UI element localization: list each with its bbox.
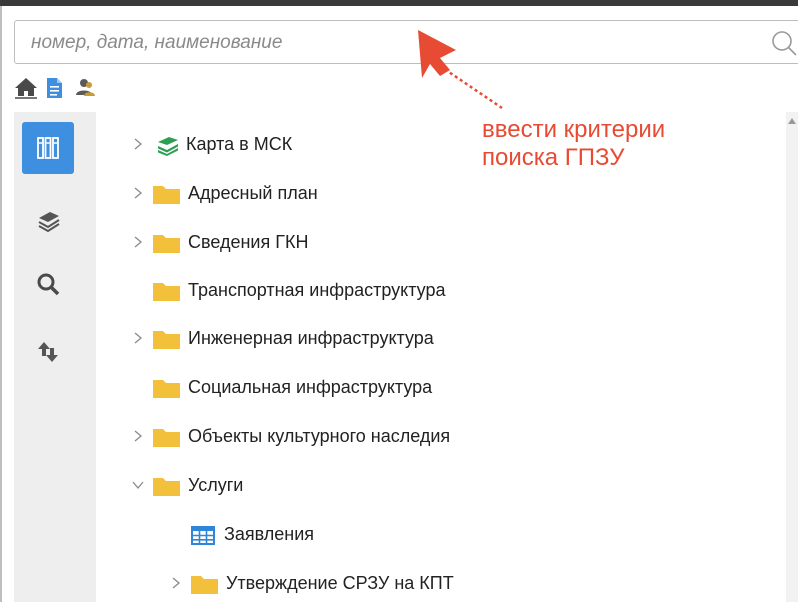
chevron-right-icon[interactable] xyxy=(130,330,146,346)
tree-item-label: Карта в МСК xyxy=(186,134,293,154)
tree-item-label: Утверждение СРЗУ на КПТ xyxy=(226,573,454,593)
chevron-right-icon[interactable] xyxy=(130,136,146,152)
document-icon[interactable] xyxy=(42,77,66,99)
search-input[interactable] xyxy=(29,29,733,57)
tree-item-label: Сведения ГКН xyxy=(188,232,309,252)
app-window: Карта в МСК Адресный план Сведения ГКН Т… xyxy=(0,0,798,602)
tree-item-label: Услуги xyxy=(188,475,244,495)
annotation-arrow xyxy=(418,30,503,110)
table-icon xyxy=(191,526,215,545)
layers-icon xyxy=(38,212,60,232)
search-icon[interactable] xyxy=(769,29,798,59)
chevron-right-icon[interactable] xyxy=(168,575,184,591)
folder-icon xyxy=(153,283,180,301)
left-toolbar xyxy=(14,112,96,602)
chevron-right-icon[interactable] xyxy=(130,234,146,250)
tree-item-label: Транспортная инфраструктура xyxy=(188,280,446,300)
top-border xyxy=(0,0,798,6)
catalog-button[interactable] xyxy=(22,122,74,174)
chevron-right-icon[interactable] xyxy=(130,185,146,201)
tree-item-label: Инженерная инфраструктура xyxy=(188,328,434,348)
chevron-down-icon[interactable] xyxy=(130,477,146,493)
folder-icon xyxy=(153,331,180,349)
left-border xyxy=(0,6,2,602)
search-icon xyxy=(37,273,60,296)
tree-scrollbar[interactable] xyxy=(786,112,798,602)
chevron-right-icon[interactable] xyxy=(130,428,146,444)
folder-icon xyxy=(153,429,180,447)
folder-icon xyxy=(153,478,180,496)
annotation-text: ввести критерии поиска ГПЗУ xyxy=(482,116,665,172)
home-icon[interactable] xyxy=(14,77,38,99)
users-icon[interactable] xyxy=(74,77,98,99)
tree-item-label: Социальная инфраструктура xyxy=(188,377,433,397)
tree-item-label: Адресный план xyxy=(188,183,318,203)
folder-icon xyxy=(153,235,180,253)
layer-tree: Карта в МСК Адресный план Сведения ГКН Т… xyxy=(96,112,786,602)
search-panel-button[interactable] xyxy=(22,258,74,310)
catalog-icon xyxy=(37,137,59,159)
folder-icon xyxy=(153,186,180,204)
folder-icon xyxy=(191,576,218,594)
annotation-line-1: ввести критерии xyxy=(482,116,666,143)
layers-button[interactable] xyxy=(22,192,74,244)
folder-icon xyxy=(153,380,180,398)
layers-green-icon xyxy=(158,137,178,156)
annotation-line-2: поиска ГПЗУ xyxy=(482,144,625,171)
sort-icon xyxy=(38,342,58,362)
tree-item-label: Заявления xyxy=(224,524,315,544)
sort-button[interactable] xyxy=(22,326,74,378)
scroll-up-arrow[interactable] xyxy=(788,118,796,124)
tree-item-label: Объекты культурного наследия xyxy=(188,426,451,446)
